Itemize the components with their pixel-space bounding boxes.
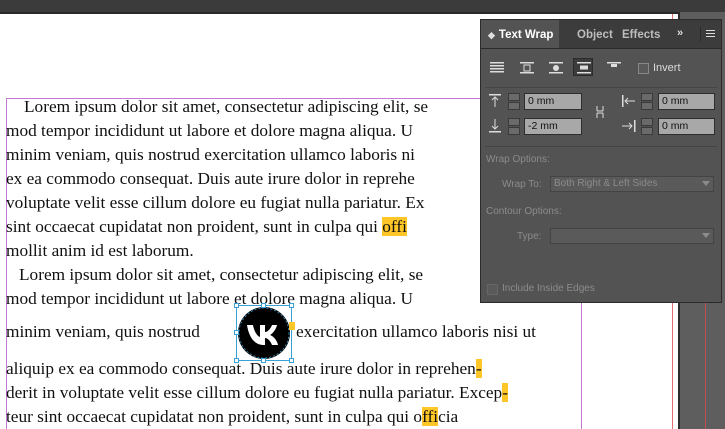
top-ruler-bar xyxy=(0,0,725,12)
text-line: ex ea commodo consequat. Duis aute irure… xyxy=(6,169,415,188)
text-segment: cia xyxy=(438,407,459,426)
no-wrap-icon[interactable] xyxy=(486,58,506,76)
top-offset-stepper[interactable] xyxy=(508,93,522,111)
left-offset-stepper[interactable] xyxy=(641,93,655,111)
text-segment: aliquip ex ea commodo consequat. Duis au… xyxy=(6,359,476,378)
text-wrap-panel: ◆ Text Wrap Object Effects » Invert 0 mm … xyxy=(480,19,722,303)
top-offset-field[interactable]: 0 mm xyxy=(524,93,582,110)
text-line: minim veniam, quis nostrud exercitation … xyxy=(6,145,415,164)
wrap-to-value: Both Right & Left Sides xyxy=(554,178,658,189)
hyphen-highlight: - xyxy=(475,359,482,378)
include-inside-edges-checkbox[interactable] xyxy=(487,284,498,295)
selection-handle[interactable] xyxy=(289,303,294,308)
wrap-object-shape-icon[interactable] xyxy=(545,58,565,76)
hyphen-highlight: - xyxy=(502,383,508,402)
tab-effects[interactable]: Effects xyxy=(622,20,660,48)
divider xyxy=(485,87,717,88)
highlighted-text: offi xyxy=(382,217,407,236)
jump-to-next-column-icon[interactable] xyxy=(603,58,623,76)
selection-handle[interactable] xyxy=(261,303,266,308)
contour-type-select[interactable] xyxy=(550,228,714,244)
text-line: sint occaecat cupidatat non proident, su… xyxy=(6,215,407,239)
include-inside-edges-label: Include Inside Edges xyxy=(502,283,595,294)
wrap-to-select[interactable]: Both Right & Left Sides xyxy=(550,176,714,192)
more-tabs-icon[interactable]: » xyxy=(677,27,683,39)
divider xyxy=(485,146,717,147)
link-offsets-icon[interactable] xyxy=(593,104,607,120)
bottom-offset-stepper[interactable] xyxy=(508,118,522,136)
text-line: teur sint occaecat cupidatat non proiden… xyxy=(6,405,458,429)
jump-object-icon[interactable] xyxy=(573,58,593,76)
text-line: Lorem ipsum dolor sit amet, consectetur … xyxy=(19,265,424,284)
invert-label: Invert xyxy=(653,62,681,74)
text-segment: derit in voluptate velit esse cillum dol… xyxy=(6,383,503,402)
text-line: mod tempor incididunt ut labore et dolor… xyxy=(6,289,413,308)
tab-object[interactable]: Object xyxy=(577,20,613,48)
wrap-to-label: Wrap To: xyxy=(502,179,542,190)
panel-menu-icon[interactable] xyxy=(700,27,715,41)
type-label: Type: xyxy=(517,231,542,242)
contour-options-heading: Contour Options: xyxy=(486,206,562,217)
text-segment: teur sint occaecat cupidatat non proiden… xyxy=(6,407,423,426)
panel-tab-bar: ◆ Text Wrap Object Effects » xyxy=(481,20,721,49)
text-line-wrap-right: exercitation ullamco laboris nisi ut xyxy=(296,322,536,341)
selection-handle[interactable] xyxy=(234,358,239,363)
selection-handle[interactable] xyxy=(234,303,239,308)
text-line: mollit anim id est laborum. xyxy=(6,241,194,260)
chevron-down-icon xyxy=(702,233,710,238)
selection-handle[interactable] xyxy=(261,358,266,363)
text-line: mod tempor incididunt ut labore et dolor… xyxy=(6,121,413,140)
wrap-bounding-box-icon[interactable] xyxy=(516,58,536,76)
tab-label: Text Wrap xyxy=(498,29,554,41)
text-line: Lorem ipsum dolor sit amet, consectetur … xyxy=(24,97,429,116)
selection-handle[interactable] xyxy=(289,358,294,363)
chevron-down-icon xyxy=(702,181,710,186)
bottom-offset-icon xyxy=(488,118,502,134)
tab-text-wrap[interactable]: ◆ Text Wrap xyxy=(481,20,559,48)
right-offset-field[interactable]: 0 mm xyxy=(658,118,715,135)
left-offset-field[interactable]: 0 mm xyxy=(658,93,715,110)
vk-logo-icon[interactable] xyxy=(237,306,291,360)
text-line-wrap-left: minim veniam, quis nostrud xyxy=(6,322,200,341)
wrap-options-heading: Wrap Options: xyxy=(486,154,550,165)
text-segment: sint occaecat cupidatat non proident, su… xyxy=(6,217,383,236)
invert-checkbox[interactable] xyxy=(638,63,649,74)
collapse-chevron-icon: ◆ xyxy=(488,30,495,40)
right-offset-stepper[interactable] xyxy=(641,118,655,136)
top-offset-icon xyxy=(488,93,502,109)
anchor-marker[interactable] xyxy=(289,322,295,330)
text-line: derit in voluptate velit esse cillum dol… xyxy=(6,381,508,405)
text-line: voluptate velit esse cillum dolore eu fu… xyxy=(6,193,425,212)
selection-handle[interactable] xyxy=(234,330,239,335)
right-offset-icon xyxy=(621,118,636,134)
bleed-guide-2 xyxy=(705,300,706,429)
bottom-offset-field[interactable]: -2 mm xyxy=(524,118,582,135)
left-offset-icon xyxy=(621,93,635,109)
highlighted-text: ffi xyxy=(422,407,439,426)
